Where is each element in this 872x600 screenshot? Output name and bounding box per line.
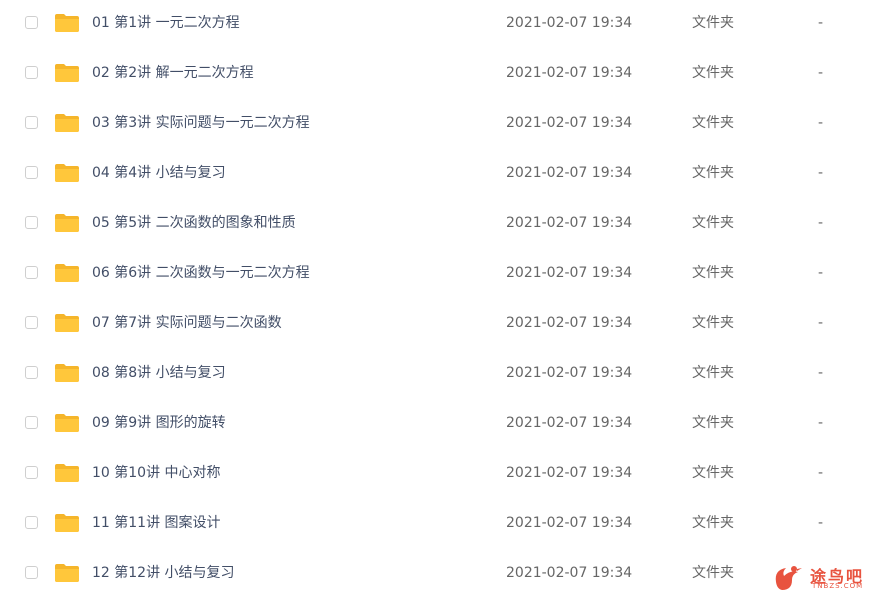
file-row[interactable]: 01 第1讲 一元二次方程 2021-02-07 19:34 文件夹 - [0, 0, 872, 50]
file-row[interactable]: 07 第7讲 实际问题与二次函数 2021-02-07 19:34 文件夹 - [0, 300, 872, 350]
row-checkbox[interactable] [25, 366, 38, 379]
folder-icon [55, 14, 79, 32]
file-date: 2021-02-07 19:34 [506, 265, 633, 281]
file-size: - [818, 465, 824, 481]
folder-icon [55, 464, 79, 482]
file-type: 文件夹 [692, 365, 734, 381]
folder-icon [55, 64, 79, 82]
row-checkbox[interactable] [25, 216, 38, 229]
file-size: - [818, 65, 824, 81]
row-checkbox[interactable] [25, 466, 38, 479]
file-size: - [818, 265, 824, 281]
row-checkbox[interactable] [25, 316, 38, 329]
file-list: 01 第1讲 一元二次方程 2021-02-07 19:34 文件夹 - 02 … [0, 0, 872, 600]
file-type: 文件夹 [692, 65, 734, 81]
file-type: 文件夹 [692, 415, 734, 431]
file-date: 2021-02-07 19:34 [506, 215, 633, 231]
file-row[interactable]: 04 第4讲 小结与复习 2021-02-07 19:34 文件夹 - [0, 150, 872, 200]
file-name[interactable]: 07 第7讲 实际问题与二次函数 [92, 314, 282, 332]
file-type: 文件夹 [692, 15, 734, 31]
row-checkbox[interactable] [25, 16, 38, 29]
file-name[interactable]: 10 第10讲 中心对称 [92, 464, 221, 482]
watermark: 途鸟吧 TNBZS.COM [770, 560, 865, 596]
file-date: 2021-02-07 19:34 [506, 65, 633, 81]
folder-icon [55, 514, 79, 532]
folder-icon [55, 564, 79, 582]
file-row[interactable]: 06 第6讲 二次函数与一元二次方程 2021-02-07 19:34 文件夹 … [0, 250, 872, 300]
file-name[interactable]: 12 第12讲 小结与复习 [92, 564, 235, 582]
file-row[interactable]: 05 第5讲 二次函数的图象和性质 2021-02-07 19:34 文件夹 - [0, 200, 872, 250]
file-type: 文件夹 [692, 115, 734, 131]
file-date: 2021-02-07 19:34 [506, 165, 633, 181]
file-type: 文件夹 [692, 165, 734, 181]
folder-icon [55, 214, 79, 232]
row-checkbox[interactable] [25, 516, 38, 529]
file-date: 2021-02-07 19:34 [506, 15, 633, 31]
file-row[interactable]: 08 第8讲 小结与复习 2021-02-07 19:34 文件夹 - [0, 350, 872, 400]
file-date: 2021-02-07 19:34 [506, 465, 633, 481]
folder-icon [55, 314, 79, 332]
file-date: 2021-02-07 19:34 [506, 315, 633, 331]
file-name[interactable]: 02 第2讲 解一元二次方程 [92, 64, 254, 82]
watermark-subtext: TNBZS.COM [812, 582, 864, 590]
file-type: 文件夹 [692, 315, 734, 331]
file-type: 文件夹 [692, 265, 734, 281]
file-size: - [818, 315, 824, 331]
row-checkbox[interactable] [25, 266, 38, 279]
file-name[interactable]: 06 第6讲 二次函数与一元二次方程 [92, 264, 310, 282]
file-type: 文件夹 [692, 515, 734, 531]
file-row[interactable]: 02 第2讲 解一元二次方程 2021-02-07 19:34 文件夹 - [0, 50, 872, 100]
folder-icon [55, 364, 79, 382]
file-date: 2021-02-07 19:34 [506, 365, 633, 381]
file-row[interactable]: 03 第3讲 实际问题与一元二次方程 2021-02-07 19:34 文件夹 … [0, 100, 872, 150]
row-checkbox[interactable] [25, 416, 38, 429]
row-checkbox[interactable] [25, 566, 38, 579]
file-name[interactable]: 01 第1讲 一元二次方程 [92, 14, 240, 32]
row-checkbox[interactable] [25, 66, 38, 79]
file-type: 文件夹 [692, 465, 734, 481]
file-row[interactable]: 11 第11讲 图案设计 2021-02-07 19:34 文件夹 - [0, 500, 872, 550]
file-row[interactable]: 09 第9讲 图形的旋转 2021-02-07 19:34 文件夹 - [0, 400, 872, 450]
file-name[interactable]: 11 第11讲 图案设计 [92, 514, 221, 532]
file-date: 2021-02-07 19:34 [506, 415, 633, 431]
file-name[interactable]: 05 第5讲 二次函数的图象和性质 [92, 214, 296, 232]
file-size: - [818, 365, 824, 381]
file-size: - [818, 15, 824, 31]
file-size: - [818, 165, 824, 181]
file-date: 2021-02-07 19:34 [506, 115, 633, 131]
row-checkbox[interactable] [25, 166, 38, 179]
row-checkbox[interactable] [25, 116, 38, 129]
folder-icon [55, 414, 79, 432]
file-row[interactable]: 12 第12讲 小结与复习 2021-02-07 19:34 文件夹 - [0, 550, 872, 600]
file-name[interactable]: 08 第8讲 小结与复习 [92, 364, 226, 382]
folder-icon [55, 114, 79, 132]
file-size: - [818, 115, 824, 131]
file-type: 文件夹 [692, 565, 734, 581]
bird-logo-icon [775, 566, 802, 590]
file-date: 2021-02-07 19:34 [506, 515, 633, 531]
file-name[interactable]: 09 第9讲 图形的旋转 [92, 414, 226, 432]
folder-icon [55, 164, 79, 182]
file-date: 2021-02-07 19:34 [506, 565, 633, 581]
file-name[interactable]: 04 第4讲 小结与复习 [92, 164, 226, 182]
file-row[interactable]: 10 第10讲 中心对称 2021-02-07 19:34 文件夹 - [0, 450, 872, 500]
folder-icon [55, 264, 79, 282]
file-name[interactable]: 03 第3讲 实际问题与一元二次方程 [92, 114, 310, 132]
file-size: - [818, 515, 824, 531]
file-size: - [818, 215, 824, 231]
file-size: - [818, 415, 824, 431]
file-type: 文件夹 [692, 215, 734, 231]
